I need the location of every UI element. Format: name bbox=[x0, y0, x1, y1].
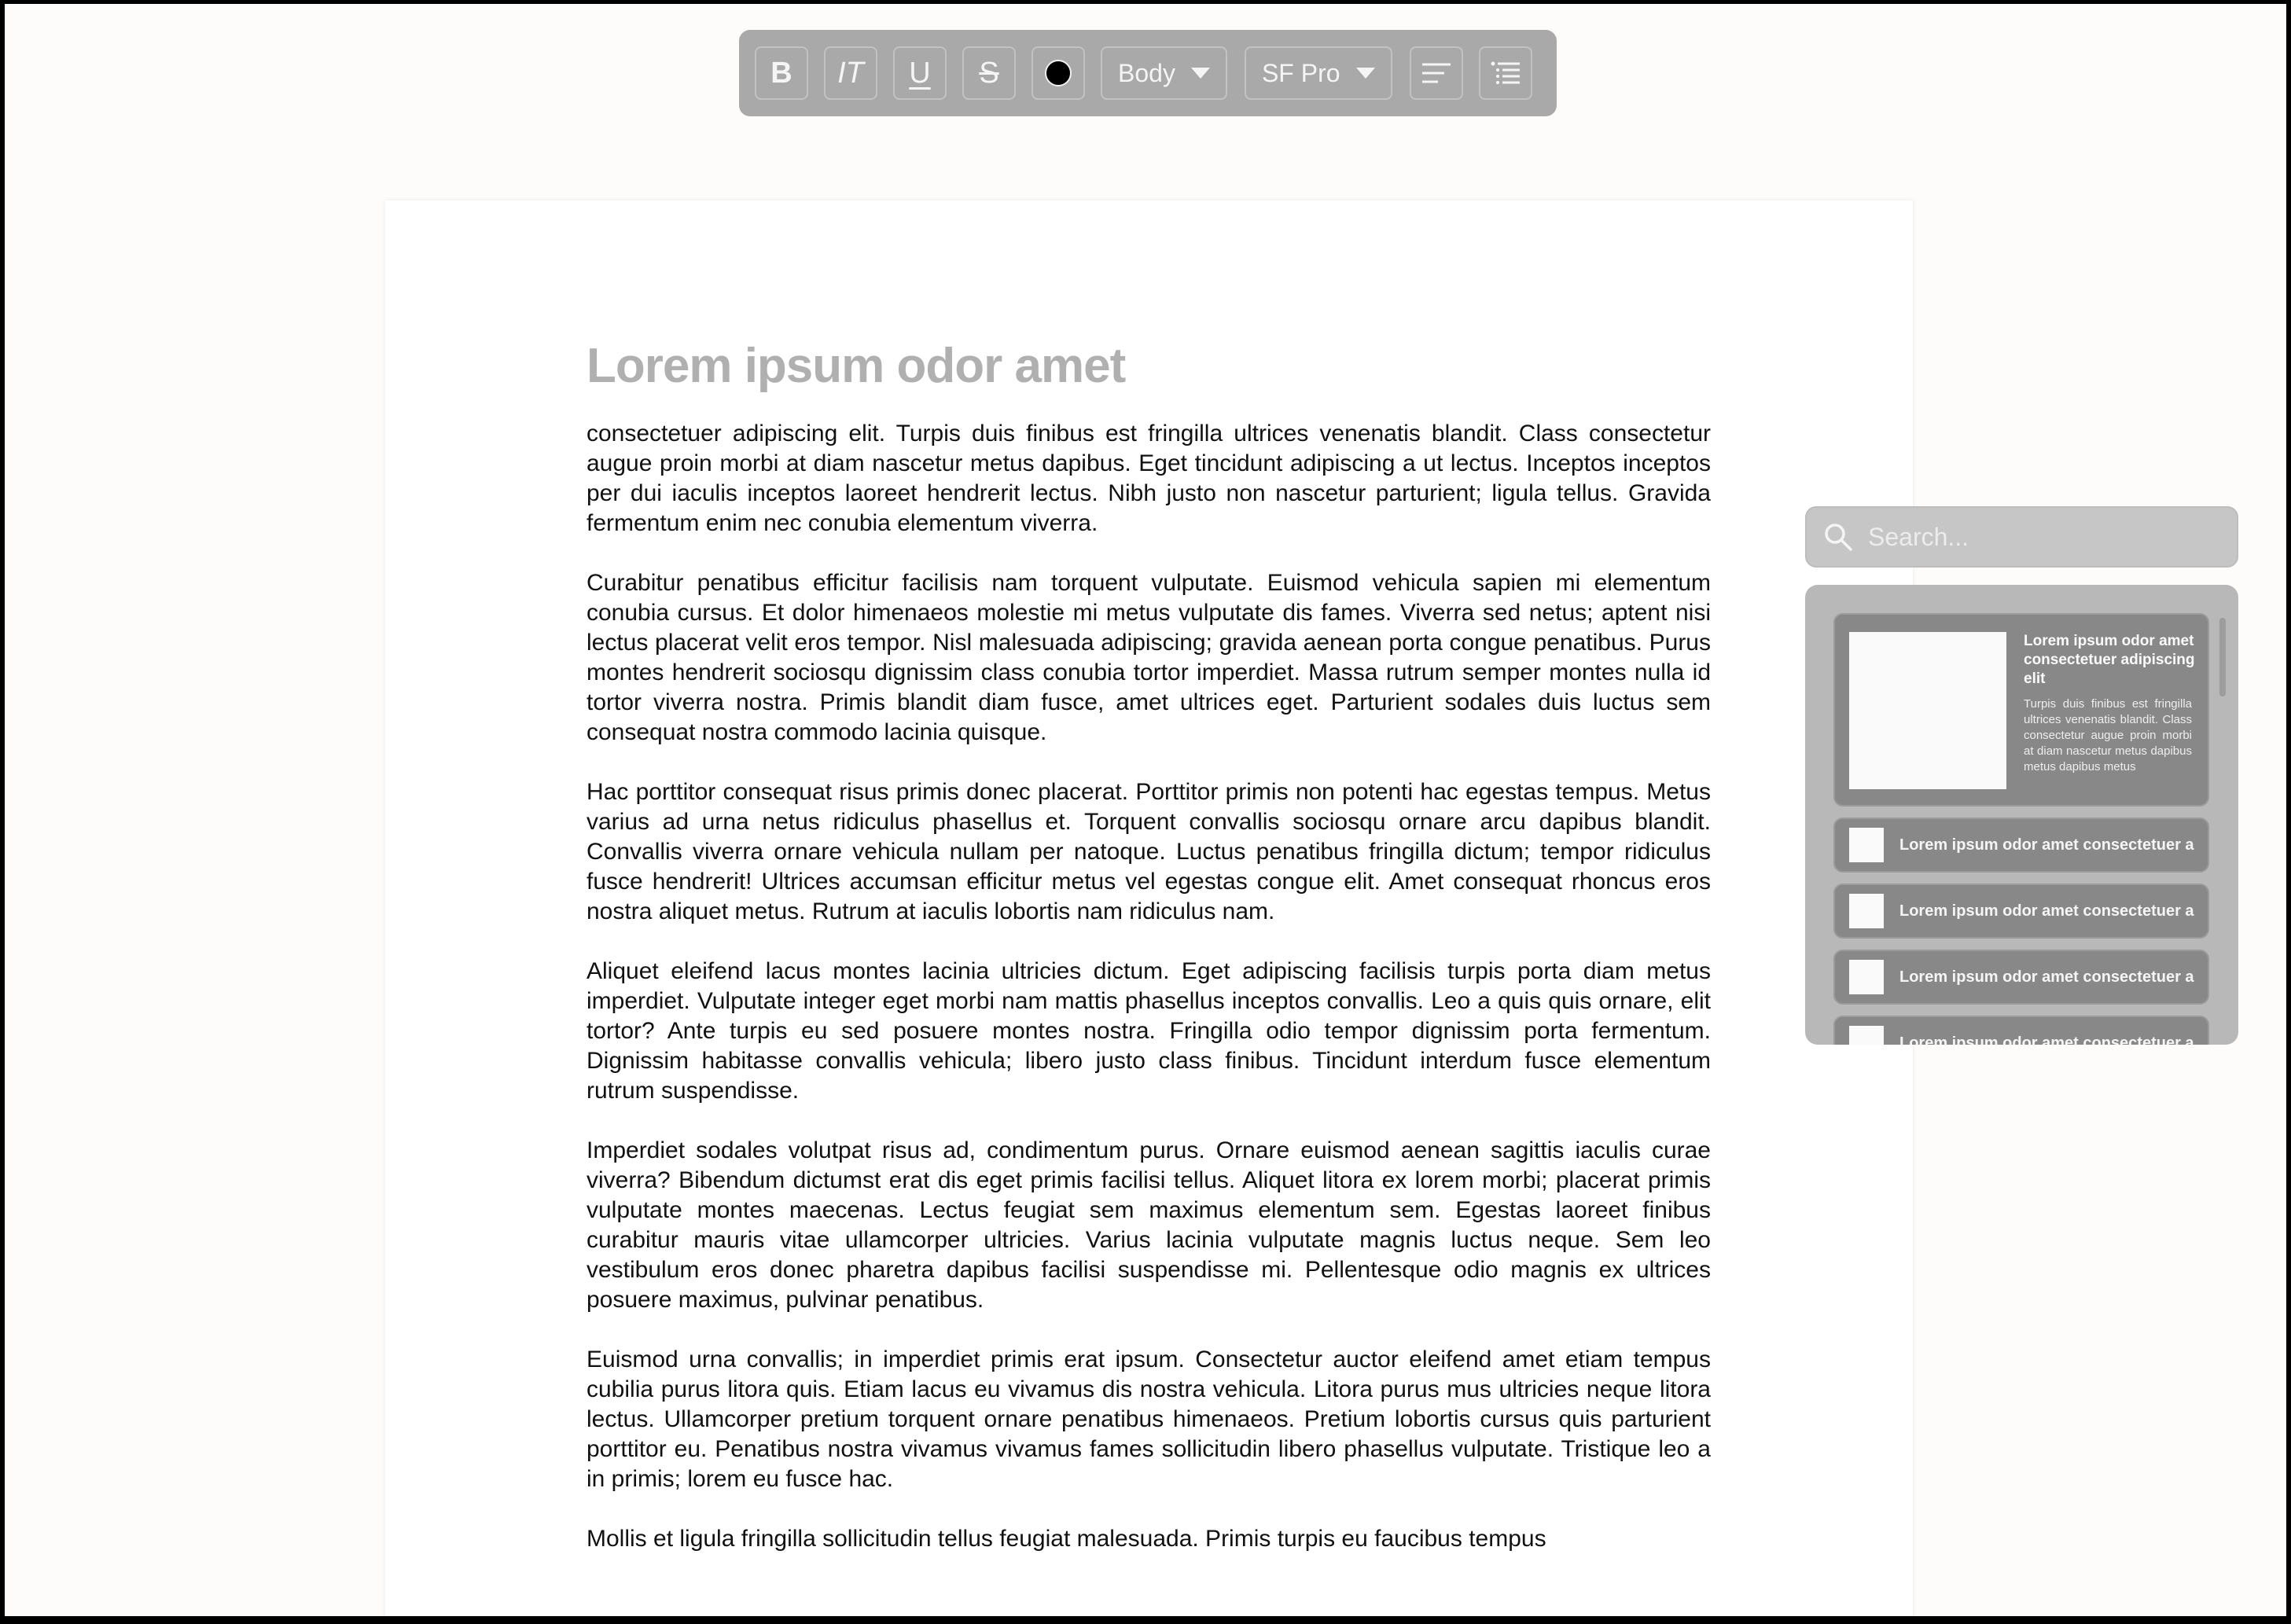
paragraph[interactable]: Hac porttitor consequat risus primis don… bbox=[587, 777, 1711, 927]
search-icon bbox=[1825, 524, 1852, 551]
bold-button[interactable]: B bbox=[755, 46, 808, 100]
search-bar bbox=[1805, 506, 2238, 568]
chevron-down-icon bbox=[1355, 68, 1375, 79]
formatting-toolbar: B IT U S Body SF Pro bbox=[739, 30, 1557, 116]
strikethrough-button[interactable]: S bbox=[962, 46, 1016, 100]
paragraph[interactable]: Euismod urna convallis; in imperdiet pri… bbox=[587, 1345, 1711, 1494]
paragraph[interactable]: consectetuer adipiscing elit. Turpis dui… bbox=[587, 419, 1711, 538]
featured-result-snippet: Turpis duis finibus est fringilla ultric… bbox=[2024, 697, 2192, 773]
result-thumbnail bbox=[1849, 828, 1884, 862]
document-title[interactable]: Lorem ipsum odor amet bbox=[587, 338, 1126, 394]
result-item-label: Lorem ipsum odor amet consectetuer a bbox=[1899, 1034, 2194, 1045]
result-item[interactable]: Lorem ipsum odor amet consectetuer a bbox=[1833, 818, 2209, 873]
app-window: B IT U S Body SF Pro Lorem ipsum odor am… bbox=[0, 0, 2291, 1624]
text-color-button[interactable] bbox=[1032, 46, 1085, 100]
font-family-dropdown[interactable]: SF Pro bbox=[1244, 46, 1392, 100]
search-input[interactable] bbox=[1866, 521, 2216, 553]
result-item-label: Lorem ipsum odor amet consectetuer a bbox=[1899, 968, 2194, 986]
featured-result-title: Lorem ipsum odor amet consectetuer adipi… bbox=[2024, 633, 2195, 687]
result-item[interactable]: Lorem ipsum odor amet consectetuer a bbox=[1833, 950, 2209, 1005]
underline-button[interactable]: U bbox=[893, 46, 947, 100]
align-left-icon bbox=[1421, 63, 1451, 83]
result-item[interactable]: Lorem ipsum odor amet consectetuer a bbox=[1833, 1016, 2209, 1045]
result-item-label: Lorem ipsum odor amet consectetuer a bbox=[1899, 836, 2194, 854]
chevron-down-icon bbox=[1190, 68, 1210, 79]
result-thumbnail bbox=[1849, 894, 1884, 928]
bulleted-list-icon bbox=[1491, 61, 1520, 84]
bulleted-list-button[interactable] bbox=[1478, 46, 1532, 100]
paragraph[interactable]: Imperdiet sodales volutpat risus ad, con… bbox=[587, 1136, 1711, 1315]
result-item[interactable]: Lorem ipsum odor amet consectetuer a bbox=[1833, 884, 2209, 939]
result-thumbnail bbox=[1849, 632, 2006, 789]
paragraph-style-dropdown[interactable]: Body bbox=[1101, 46, 1227, 100]
font-family-value: SF Pro bbox=[1261, 58, 1340, 87]
result-thumbnail bbox=[1849, 960, 1884, 994]
scrollbar-thumb[interactable] bbox=[2219, 618, 2226, 696]
paragraph[interactable]: Curabitur penatibus efficitur facilisis … bbox=[587, 568, 1711, 748]
paragraph[interactable]: Mollis et ligula fringilla sollicitudin … bbox=[587, 1524, 1711, 1554]
result-thumbnail bbox=[1849, 1026, 1884, 1045]
italic-button[interactable]: IT bbox=[824, 46, 877, 100]
document-body[interactable]: consectetuer adipiscing elit. Turpis dui… bbox=[587, 419, 1711, 1584]
search-results-panel[interactable]: Lorem ipsum odor amet consectetuer adipi… bbox=[1805, 585, 2238, 1045]
color-swatch-icon bbox=[1045, 60, 1072, 86]
paragraph[interactable]: Aliquet eleifend lacus montes lacinia ul… bbox=[587, 957, 1711, 1106]
document-page[interactable]: Lorem ipsum odor amet consectetuer adipi… bbox=[385, 200, 1913, 1616]
featured-result-card[interactable]: Lorem ipsum odor amet consectetuer adipi… bbox=[1833, 613, 2209, 806]
align-left-button[interactable] bbox=[1409, 46, 1463, 100]
paragraph-style-value: Body bbox=[1118, 58, 1175, 87]
result-item-label: Lorem ipsum odor amet consectetuer a bbox=[1899, 902, 2194, 920]
